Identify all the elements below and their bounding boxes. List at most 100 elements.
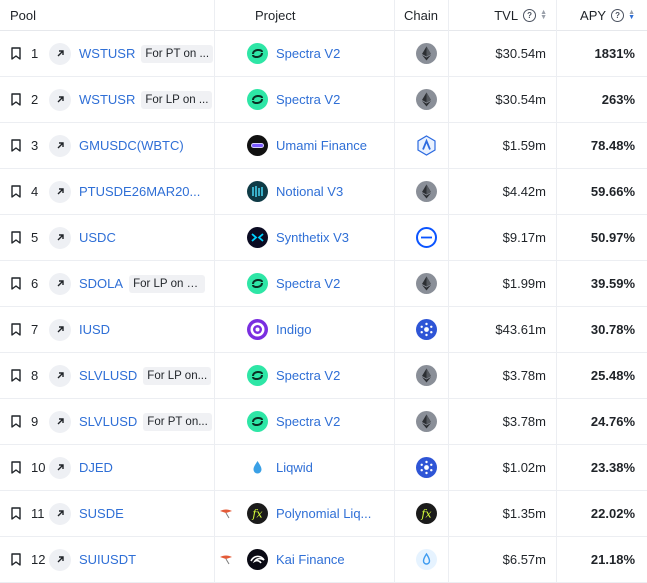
arrow-up-right-icon[interactable] bbox=[49, 180, 71, 203]
arrow-up-right-icon[interactable] bbox=[49, 42, 71, 65]
bookmark-icon[interactable] bbox=[10, 415, 31, 428]
table-row[interactable]: 8 SLVLUSD For LP on... Spectra V2 $3.78m… bbox=[0, 353, 647, 399]
project-link[interactable]: Kai Finance bbox=[276, 552, 345, 567]
arrow-up-right-icon[interactable] bbox=[49, 502, 71, 525]
project-cell: Spectra V2 bbox=[247, 261, 392, 306]
arrow-up-right-icon[interactable] bbox=[49, 226, 71, 249]
project-link[interactable]: Spectra V2 bbox=[276, 92, 340, 107]
pool-symbol-link[interactable]: USDC bbox=[79, 230, 116, 245]
column-header-pool[interactable]: Pool bbox=[10, 0, 215, 30]
table-row[interactable]: 5 USDC Synthetix V3 $9.17m 50.97% bbox=[0, 215, 647, 261]
arrow-up-right-icon[interactable] bbox=[49, 410, 71, 433]
arrow-up-right-icon[interactable] bbox=[49, 88, 71, 111]
pool-symbol-link[interactable]: SLVLUSD bbox=[79, 414, 137, 429]
ethereum-chain-icon[interactable] bbox=[415, 411, 437, 432]
bookmark-icon[interactable] bbox=[10, 507, 31, 520]
bookmark-icon[interactable] bbox=[10, 277, 31, 290]
project-link[interactable]: Spectra V2 bbox=[276, 276, 340, 291]
sui-chain-icon[interactable] bbox=[415, 549, 437, 570]
ethereum-chain-icon[interactable] bbox=[415, 365, 437, 386]
project-link[interactable]: Indigo bbox=[276, 322, 311, 337]
project-link[interactable]: Spectra V2 bbox=[276, 414, 340, 429]
ethereum-chain-icon[interactable] bbox=[415, 181, 437, 202]
arrow-up-right-icon[interactable] bbox=[49, 318, 71, 341]
project-cell: Liqwid bbox=[247, 445, 392, 490]
spectra-logo-icon bbox=[247, 43, 268, 64]
project-link[interactable]: Notional V3 bbox=[276, 184, 343, 199]
pool-symbol-link[interactable]: SUSDE bbox=[79, 506, 124, 521]
tvl-value: $1.59m bbox=[502, 138, 546, 153]
ethereum-chain-icon[interactable] bbox=[415, 273, 437, 294]
bookmark-icon[interactable] bbox=[10, 93, 31, 106]
arrow-up-right-icon[interactable] bbox=[49, 456, 71, 479]
pool-symbol-link[interactable]: GMUSDC(WBTC) bbox=[79, 138, 184, 153]
table-row[interactable]: 4 PTUSDE26MAR20... Notional V3 $4.42m 59… bbox=[0, 169, 647, 215]
pool-symbol-link[interactable]: IUSD bbox=[79, 322, 110, 337]
bookmark-icon[interactable] bbox=[10, 553, 31, 566]
pool-symbol-link[interactable]: WSTUSR bbox=[79, 92, 135, 107]
project-cell: Umami Finance bbox=[247, 123, 392, 168]
cardano-chain-icon[interactable] bbox=[415, 319, 437, 340]
table-row[interactable]: 1 WSTUSR For PT on ... Spectra V2 $30.54… bbox=[0, 31, 647, 77]
column-header-apy[interactable]: APY ? ▲ ▼ bbox=[580, 0, 635, 30]
bookmark-icon[interactable] bbox=[10, 47, 31, 60]
project-link[interactable]: Spectra V2 bbox=[276, 368, 340, 383]
project-link[interactable]: Spectra V2 bbox=[276, 46, 340, 61]
column-divider bbox=[556, 0, 557, 583]
ethereum-chain-icon[interactable] bbox=[415, 89, 437, 110]
pool-symbol-link[interactable]: WSTUSR bbox=[79, 46, 135, 61]
table-row[interactable]: 2 WSTUSR For LP on ... Spectra V2 $30.54… bbox=[0, 77, 647, 123]
arrow-up-right-icon[interactable] bbox=[49, 364, 71, 387]
row-index: 2 bbox=[31, 92, 39, 107]
pool-symbol-link[interactable]: PTUSDE26MAR20... bbox=[79, 184, 200, 199]
bookmark-icon[interactable] bbox=[10, 231, 31, 244]
table-row[interactable]: 3 GMUSDC(WBTC) Umami Finance $1.59m 78.4… bbox=[0, 123, 647, 169]
spectra-logo-icon bbox=[247, 273, 268, 294]
table-row[interactable]: 10 DJED Liqwid $1.02m 23.38% bbox=[0, 445, 647, 491]
cardano-chain-icon[interactable] bbox=[415, 457, 437, 478]
project-link[interactable]: Polynomial Liq... bbox=[276, 506, 371, 521]
tvl-value: $30.54m bbox=[495, 46, 546, 61]
spectra-logo-icon bbox=[247, 365, 268, 386]
pool-symbol-link[interactable]: DJED bbox=[79, 460, 113, 475]
ethereum-chain-icon[interactable] bbox=[415, 43, 437, 64]
arrow-up-right-icon[interactable] bbox=[49, 548, 71, 571]
table-row[interactable]: 9 SLVLUSD For PT on... Spectra V2 $3.78m… bbox=[0, 399, 647, 445]
column-header-project[interactable]: Project bbox=[255, 0, 400, 30]
pool-symbol-link[interactable]: SDOLA bbox=[79, 276, 123, 291]
pool-symbol-link[interactable]: SLVLUSD bbox=[79, 368, 137, 383]
column-divider bbox=[448, 0, 449, 583]
pool-tag: For PT on... bbox=[143, 412, 212, 431]
arbitrum-chain-icon[interactable] bbox=[416, 135, 437, 156]
table-row[interactable]: 12 SUIUSDT Kai Finance $6.57m 21.18% bbox=[0, 537, 647, 583]
arrow-up-right-icon[interactable] bbox=[49, 134, 71, 157]
table-row[interactable]: 11 SUSDE fx Polynomial Liq... fx $1.35m … bbox=[0, 491, 647, 537]
bookmark-icon[interactable] bbox=[10, 461, 31, 474]
arrow-up-right-icon[interactable] bbox=[49, 272, 71, 295]
pool-symbol-link[interactable]: SUIUSDT bbox=[79, 552, 136, 567]
sort-arrows-icon[interactable]: ▲ ▼ bbox=[540, 9, 547, 21]
question-circle-icon[interactable]: ? bbox=[611, 8, 625, 22]
table-row[interactable]: 7 IUSD Indigo $43.61m 30.78% bbox=[0, 307, 647, 353]
sort-arrows-icon[interactable]: ▲ ▼ bbox=[628, 9, 635, 21]
base-chain-icon[interactable] bbox=[415, 227, 437, 248]
pool-tag: For LP on... bbox=[143, 366, 212, 385]
polynomial-chain-icon[interactable]: fx bbox=[415, 503, 437, 524]
row-index: 5 bbox=[31, 230, 39, 245]
bookmark-icon[interactable] bbox=[10, 139, 31, 152]
project-cell: Spectra V2 bbox=[247, 399, 392, 444]
tvl-value: $1.99m bbox=[502, 276, 546, 291]
bookmark-icon[interactable] bbox=[10, 369, 31, 382]
polynomial-logo-icon: fx bbox=[247, 503, 268, 524]
project-link[interactable]: Umami Finance bbox=[276, 138, 367, 153]
column-header-tvl[interactable]: TVL ? ▲ ▼ bbox=[494, 0, 547, 30]
column-header-chain[interactable]: Chain bbox=[395, 0, 447, 30]
question-circle-icon[interactable]: ? bbox=[523, 8, 537, 22]
project-link[interactable]: Liqwid bbox=[276, 460, 313, 475]
row-index: 12 bbox=[31, 552, 46, 567]
table-row[interactable]: 6 SDOLA For LP on In... Spectra V2 $1.99… bbox=[0, 261, 647, 307]
project-link[interactable]: Synthetix V3 bbox=[276, 230, 349, 245]
indigo-logo-icon bbox=[247, 319, 268, 340]
bookmark-icon[interactable] bbox=[10, 323, 31, 336]
bookmark-icon[interactable] bbox=[10, 185, 31, 198]
